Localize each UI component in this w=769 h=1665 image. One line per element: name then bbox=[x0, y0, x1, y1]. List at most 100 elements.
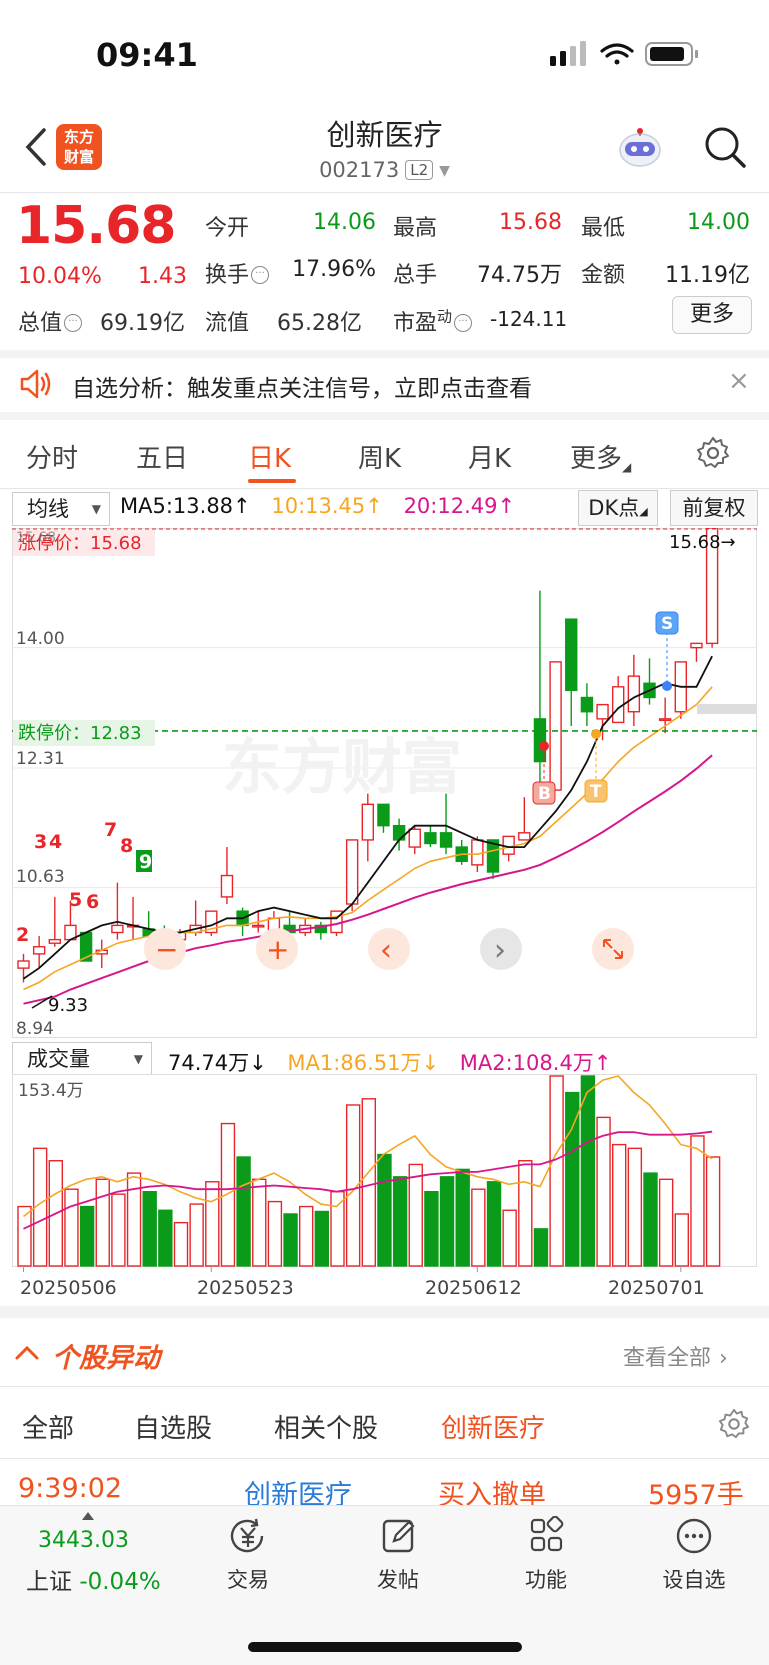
tab-weekly-k[interactable]: 周K bbox=[358, 438, 401, 475]
svg-text:−: − bbox=[155, 933, 178, 966]
volume-indicator-select[interactable]: 成交量 ▼ bbox=[12, 1042, 152, 1076]
candle-body bbox=[361, 803, 374, 841]
volume-bar bbox=[408, 1163, 423, 1267]
kline-chart[interactable]: 东方财富 涨停价：15.68 15.68 跌停价：12.83 14.00 12.… bbox=[12, 528, 757, 1038]
volume-bar bbox=[502, 1209, 517, 1267]
volume-label: 总手 bbox=[393, 263, 438, 288]
volume-bar bbox=[486, 1181, 502, 1267]
volume-bar bbox=[471, 1188, 486, 1267]
volume-bar bbox=[314, 1210, 330, 1267]
volume-bar bbox=[299, 1205, 314, 1267]
signal-s: S bbox=[661, 614, 673, 634]
volume-chart[interactable]: 153.4万 20250506 20250523 20250612 20250701 bbox=[12, 1072, 757, 1302]
info-icon: ··· bbox=[251, 266, 270, 284]
candle-body bbox=[471, 839, 484, 866]
event-time: 9:39:02 bbox=[18, 1473, 123, 1504]
volume-bar bbox=[205, 1181, 220, 1267]
marker-4: 4 bbox=[49, 831, 62, 853]
close-icon[interactable]: × bbox=[728, 366, 750, 396]
banner-text[interactable]: 自选分析：触发重点关注信号，立即点击查看 bbox=[72, 369, 532, 403]
tab-five-day[interactable]: 五日 bbox=[136, 438, 188, 475]
volume-bar bbox=[518, 1160, 533, 1267]
sub-tab-watchlist[interactable]: 自选股 bbox=[134, 1408, 212, 1445]
pe-label[interactable]: 市盈动 ··· bbox=[393, 305, 473, 337]
turnover-label[interactable]: 换手 ··· bbox=[205, 257, 270, 289]
volume-bar bbox=[236, 1156, 251, 1267]
candle-body bbox=[439, 832, 453, 848]
low-value: 14.00 bbox=[687, 210, 750, 235]
volume-bar bbox=[64, 1188, 79, 1267]
candle-body bbox=[580, 696, 594, 713]
volume-bar bbox=[596, 1116, 611, 1267]
chevron-up-icon[interactable] bbox=[14, 1340, 40, 1366]
stock-code: 002173 bbox=[319, 158, 400, 182]
search-icon[interactable] bbox=[702, 124, 748, 170]
volume-bar bbox=[627, 1147, 643, 1267]
zoom-in-button[interactable]: + bbox=[256, 928, 298, 970]
index-value[interactable]: 3443.03 bbox=[38, 1528, 129, 1553]
robot-assistant-icon[interactable] bbox=[616, 124, 664, 172]
volume-bar bbox=[533, 1228, 549, 1267]
fullscreen-icon[interactable] bbox=[592, 928, 634, 970]
candle-body bbox=[596, 703, 609, 720]
volume-bar bbox=[142, 1190, 157, 1267]
change-amount: 1.43 bbox=[138, 264, 187, 289]
nav-trade[interactable]: 交易 bbox=[193, 1516, 303, 1594]
next-button[interactable]: › bbox=[480, 928, 522, 970]
ma10-value: 10:13.45 bbox=[271, 494, 366, 518]
marker-9: 9 bbox=[139, 851, 152, 873]
marker-2: 2 bbox=[16, 924, 29, 946]
volume-bar bbox=[580, 1075, 596, 1267]
candle-body bbox=[533, 718, 547, 763]
nav-post[interactable]: 发帖 bbox=[343, 1516, 453, 1594]
gear-icon[interactable] bbox=[696, 436, 730, 470]
volume-bar bbox=[658, 1178, 674, 1267]
info-icon: ··· bbox=[64, 314, 83, 332]
chevron-down-icon: ▼ bbox=[439, 163, 450, 179]
divider bbox=[0, 192, 769, 193]
index-name[interactable]: 上证 -0.04% bbox=[26, 1562, 161, 1596]
view-all-link[interactable]: 查看全部 › bbox=[623, 1340, 728, 1372]
volume-bar bbox=[674, 1213, 689, 1267]
signal-t: T bbox=[590, 782, 602, 802]
candle-body bbox=[252, 924, 265, 928]
tab-daily-k[interactable]: 日K bbox=[248, 438, 291, 475]
volume-bar bbox=[330, 1190, 345, 1267]
tab-more[interactable]: 更多◢ bbox=[570, 438, 631, 475]
section-title: 个股异动 bbox=[52, 1343, 160, 1374]
index-change: -0.04% bbox=[79, 1569, 161, 1595]
ma-legend: MA5:13.88↑ 10:13.45↑ 20:12.49↑ bbox=[120, 494, 516, 518]
home-indicator bbox=[248, 1642, 522, 1652]
divider bbox=[0, 1458, 769, 1459]
candle-body bbox=[518, 832, 531, 841]
volume-bar bbox=[267, 1200, 283, 1267]
volume-bar bbox=[549, 1075, 564, 1267]
dk-point-button[interactable]: DK点◢ bbox=[578, 490, 658, 526]
expand-up-icon[interactable] bbox=[82, 1512, 94, 1520]
gear-icon[interactable] bbox=[718, 1408, 750, 1440]
volume-bar bbox=[392, 1176, 408, 1267]
nav-add-watchlist[interactable]: 设自选 bbox=[639, 1516, 749, 1594]
indicator-select[interactable]: 均线 ▼ bbox=[12, 492, 110, 526]
volume-bar bbox=[377, 1153, 392, 1267]
more-button[interactable]: 更多 bbox=[672, 296, 752, 334]
marker-7: 7 bbox=[104, 819, 117, 841]
low-label: 最低 bbox=[581, 216, 626, 241]
candle-body bbox=[48, 938, 61, 944]
volume-bar bbox=[252, 1178, 267, 1267]
sub-tab-related[interactable]: 相关个股 bbox=[274, 1408, 378, 1445]
wifi-icon bbox=[600, 43, 634, 65]
tab-monthly-k[interactable]: 月K bbox=[468, 438, 511, 475]
prev-button[interactable]: ‹ bbox=[368, 928, 410, 970]
x-date-label: 20250612 bbox=[425, 1277, 522, 1299]
sub-tab-all[interactable]: 全部 bbox=[22, 1408, 74, 1445]
mktcap-label[interactable]: 总值 ··· bbox=[18, 305, 83, 337]
sub-tab-stock[interactable]: 创新医疗 bbox=[441, 1408, 545, 1445]
volume-bar bbox=[189, 1203, 204, 1267]
volume-bar bbox=[79, 1205, 95, 1267]
tab-intraday[interactable]: 分时 bbox=[26, 438, 78, 475]
y-label-1063: 10.63 bbox=[16, 867, 65, 887]
adjust-button[interactable]: 前复权 bbox=[670, 490, 758, 526]
nav-functions[interactable]: 功能 bbox=[491, 1515, 601, 1594]
zoom-out-button[interactable]: − bbox=[144, 928, 186, 970]
